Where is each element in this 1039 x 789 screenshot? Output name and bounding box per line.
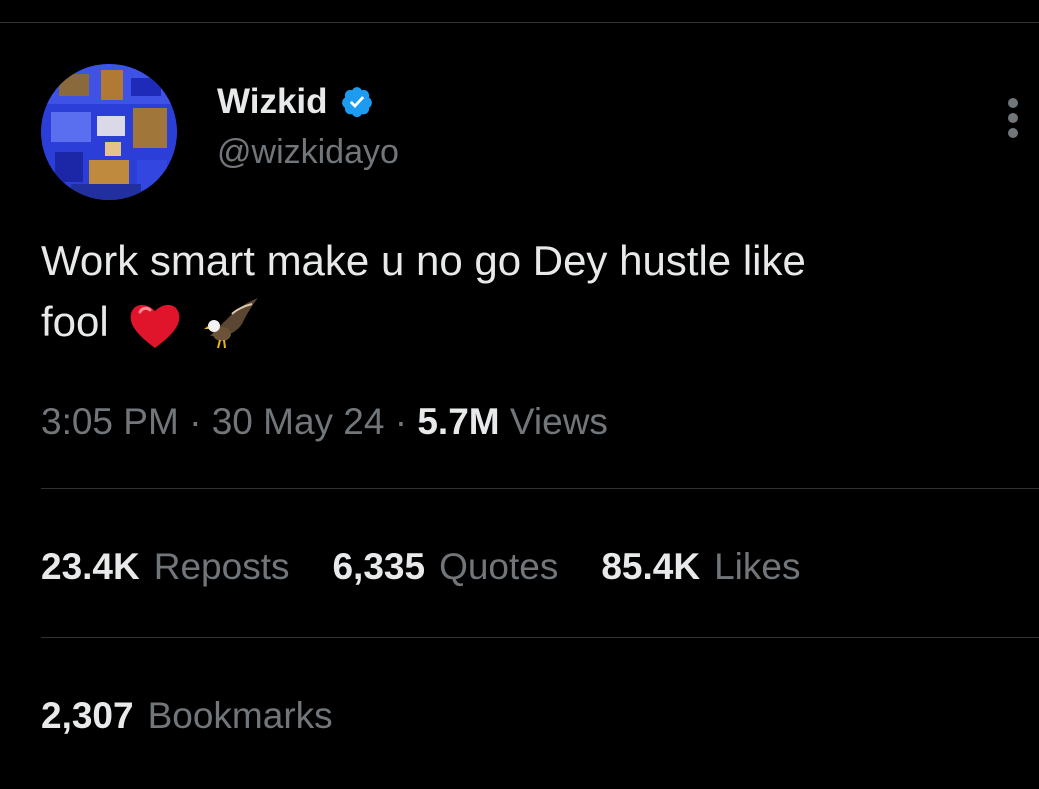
- avatar[interactable]: [41, 64, 177, 200]
- tweet-time[interactable]: 3:05 PM: [41, 401, 179, 442]
- quotes-count: 6,335: [332, 546, 426, 587]
- tweet-text-line2: fool: [41, 298, 109, 345]
- more-options-icon[interactable]: [996, 96, 1030, 140]
- tweet-text-line1: Work smart make u no go Dey hustle like: [41, 237, 806, 284]
- verified-badge-icon: [340, 85, 374, 119]
- quotes-label: Quotes: [439, 546, 559, 587]
- divider: [41, 488, 1039, 489]
- tweet-text: Work smart make u no go Dey hustle like …: [41, 230, 1001, 354]
- likes-stat[interactable]: 85.4K Likes: [601, 543, 800, 591]
- meta-separator: ·: [394, 401, 408, 442]
- reposts-label: Reposts: [153, 546, 290, 587]
- likes-label: Likes: [714, 546, 801, 587]
- tweet-date[interactable]: 30 May 24: [212, 401, 385, 442]
- likes-count: 85.4K: [601, 546, 701, 587]
- avatar-image: [41, 64, 177, 200]
- bookmarks-stat-row: 2,307 Bookmarks: [41, 692, 376, 740]
- views-count: 5.7M: [417, 401, 500, 442]
- author-handle[interactable]: @wizkidayo: [217, 132, 399, 172]
- display-name[interactable]: Wizkid: [217, 82, 328, 122]
- bookmarks-stat[interactable]: 2,307 Bookmarks: [41, 692, 333, 740]
- tweet-meta: 3:05 PM · 30 May 24 · 5.7M Views: [41, 398, 608, 446]
- bookmarks-label: Bookmarks: [147, 695, 333, 736]
- divider: [41, 637, 1039, 638]
- engagement-stats: 23.4K Reposts 6,335 Quotes 85.4K Likes: [41, 543, 843, 591]
- red-heart-emoji: [126, 296, 184, 354]
- reposts-count: 23.4K: [41, 546, 140, 587]
- eagle-emoji: [202, 296, 260, 354]
- meta-separator: ·: [189, 401, 202, 442]
- top-divider: [0, 22, 1039, 23]
- bookmarks-count: 2,307: [41, 695, 134, 736]
- reposts-stat[interactable]: 23.4K Reposts: [41, 543, 289, 591]
- quotes-stat[interactable]: 6,335 Quotes: [332, 543, 558, 591]
- author-name-row[interactable]: Wizkid: [217, 82, 374, 122]
- views-label: Views: [509, 401, 608, 442]
